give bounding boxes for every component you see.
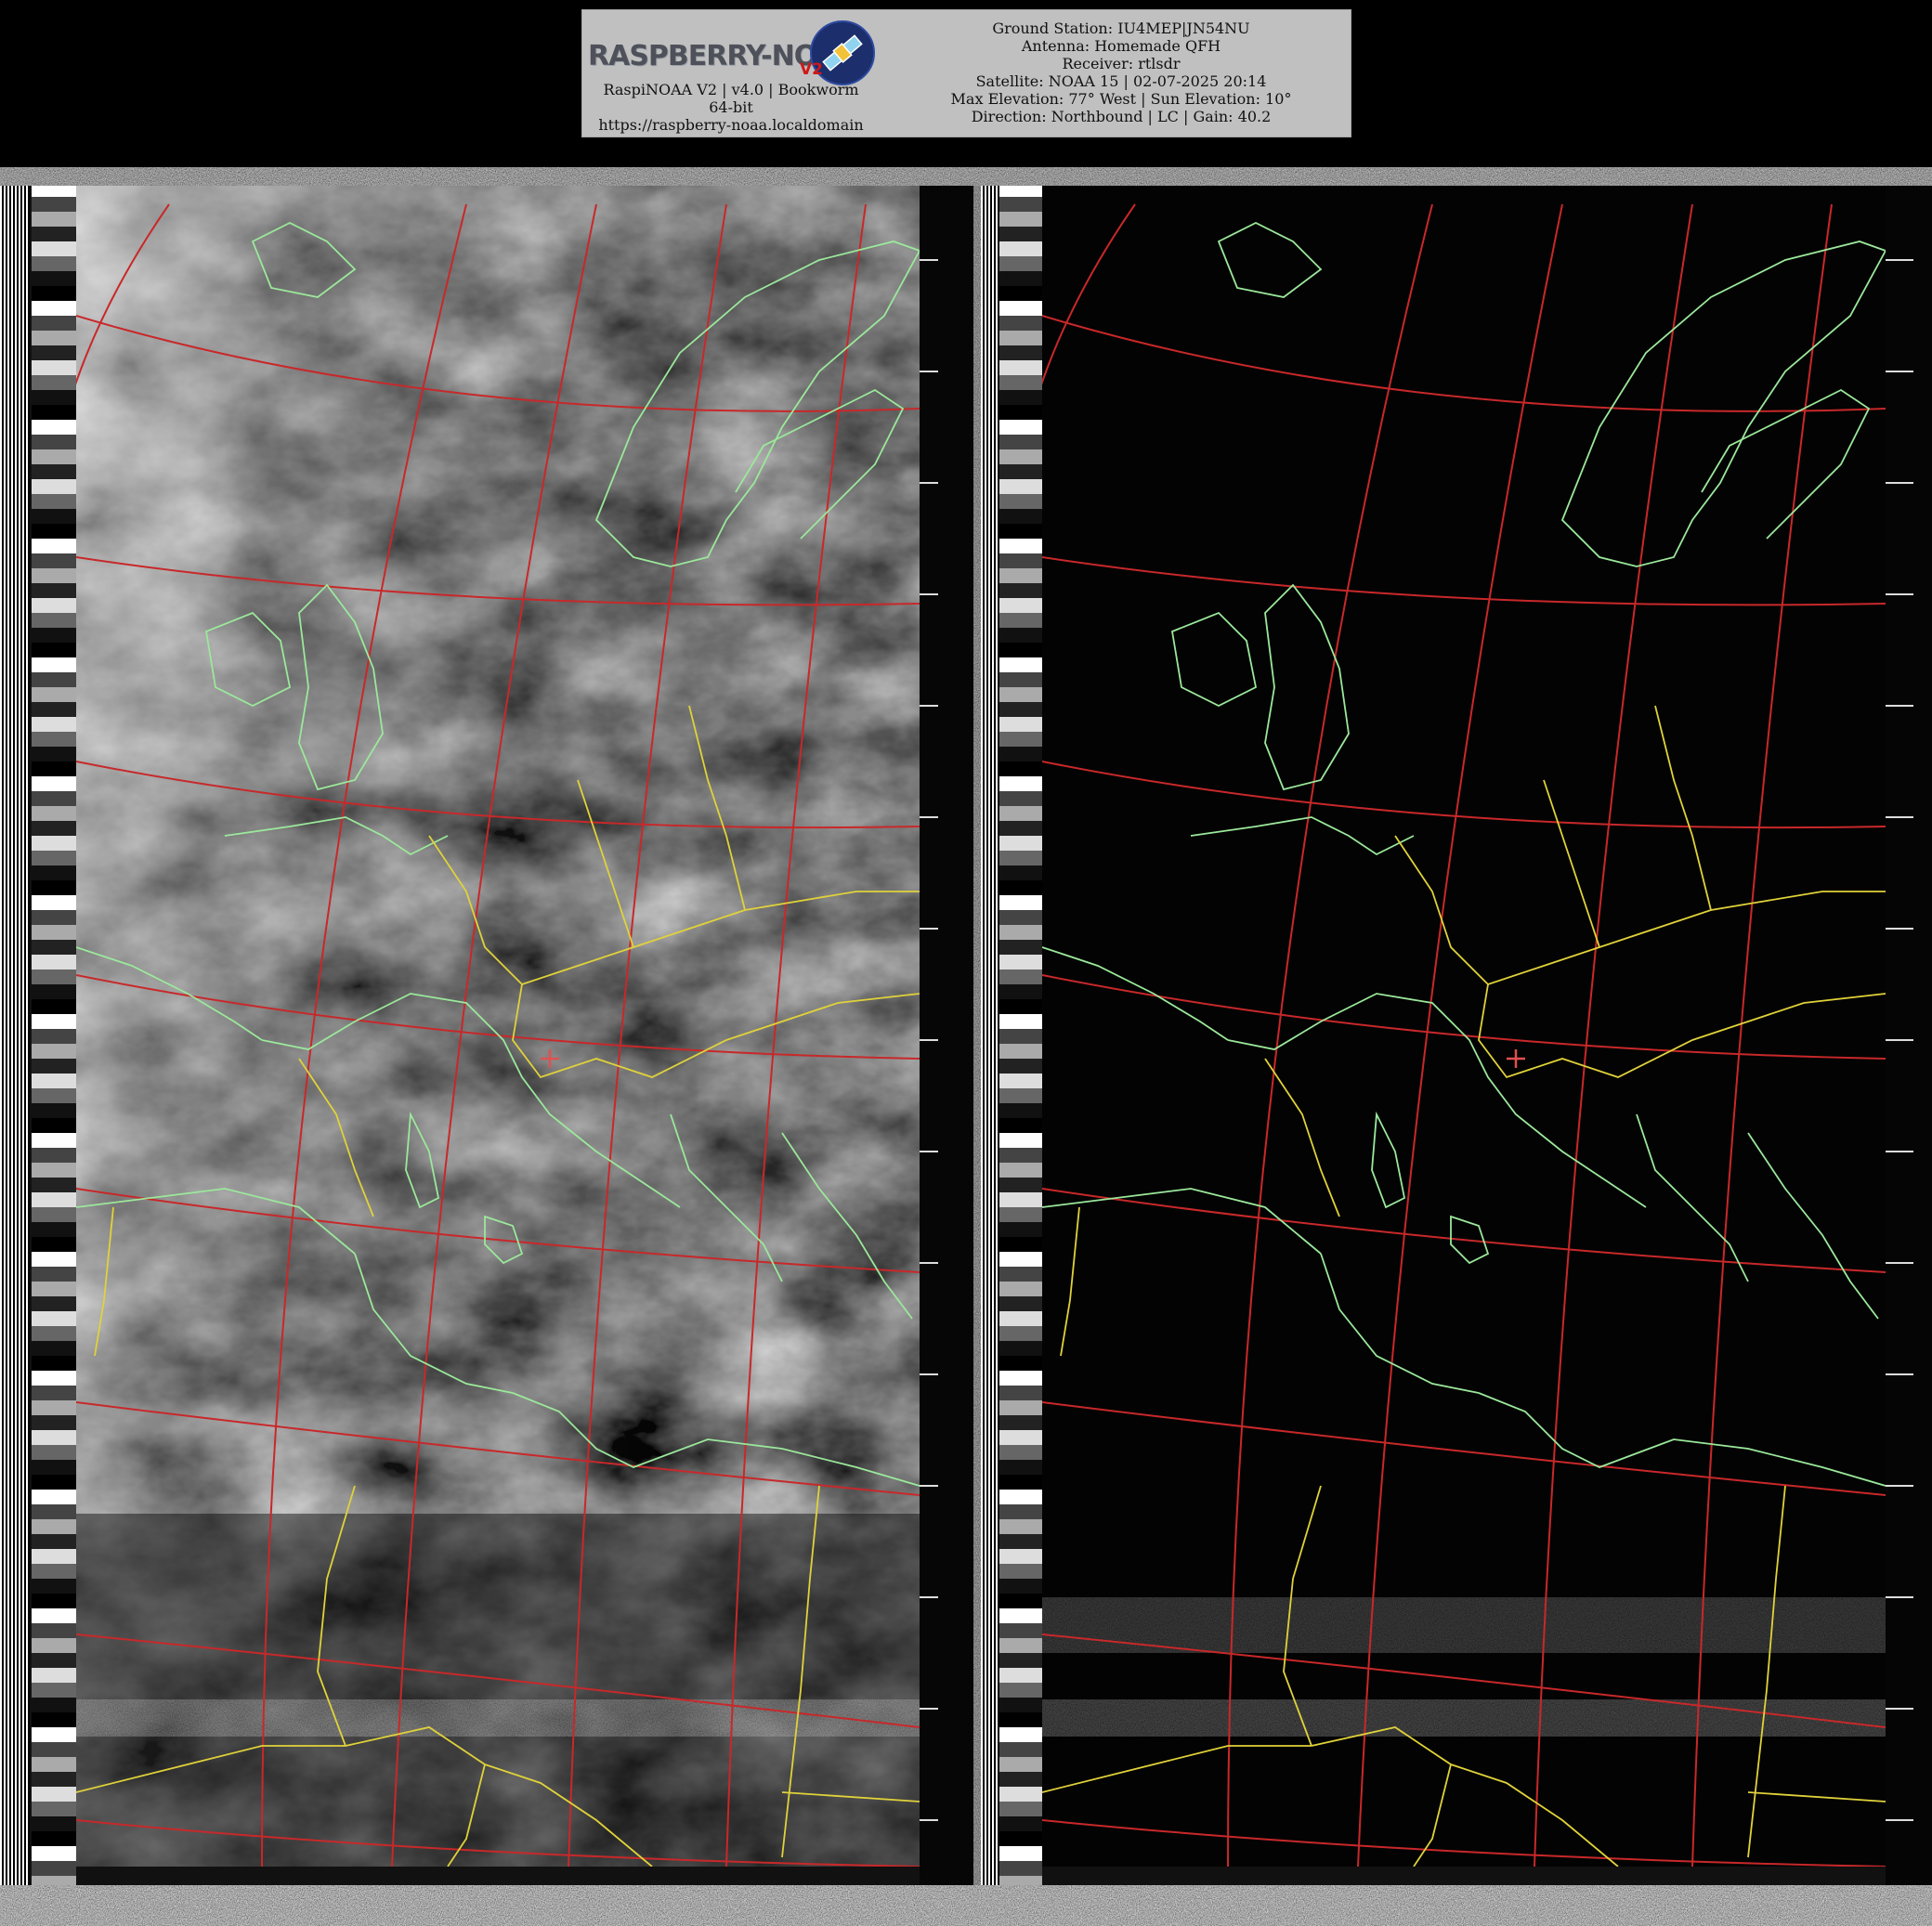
elevation: Max Elevation: 77° West | Sun Elevation:…	[950, 90, 1292, 108]
antenna: Antenna: Homemade QFH	[1021, 37, 1221, 55]
software-info: RaspiNOAA V2 | v4.0 | Bookworm 64-bit ht…	[582, 81, 880, 134]
channel-b-telemetry	[981, 186, 1042, 1885]
info-banner: RASPBERRY-NOAA V2 RaspiNOAA V2 | v4.0 | …	[581, 9, 1351, 137]
receiver: Receiver: rtlsdr	[1062, 55, 1181, 72]
channel-a-image	[76, 186, 920, 1867]
channel-b-image	[1042, 186, 1886, 1867]
channel-a-telemetry	[0, 186, 76, 1885]
satellite: Satellite: NOAA 15 | 02-07-2025 20:14	[975, 72, 1267, 90]
station-url: https://raspberry-noaa.localdomain	[598, 116, 864, 134]
ground-station: Ground Station: IU4MEP|JN54NU	[992, 20, 1250, 37]
direction: Direction: Northbound | LC | Gain: 40.2	[971, 108, 1272, 125]
pass-info: Ground Station: IU4MEP|JN54NU Antenna: H…	[898, 20, 1344, 125]
noaa-apt-image	[0, 167, 1932, 1926]
logo-version: V2	[800, 60, 823, 79]
software-version: RaspiNOAA V2 | v4.0 | Bookworm 64-bit	[603, 81, 859, 116]
telemetry-ticks	[1886, 186, 1932, 1885]
